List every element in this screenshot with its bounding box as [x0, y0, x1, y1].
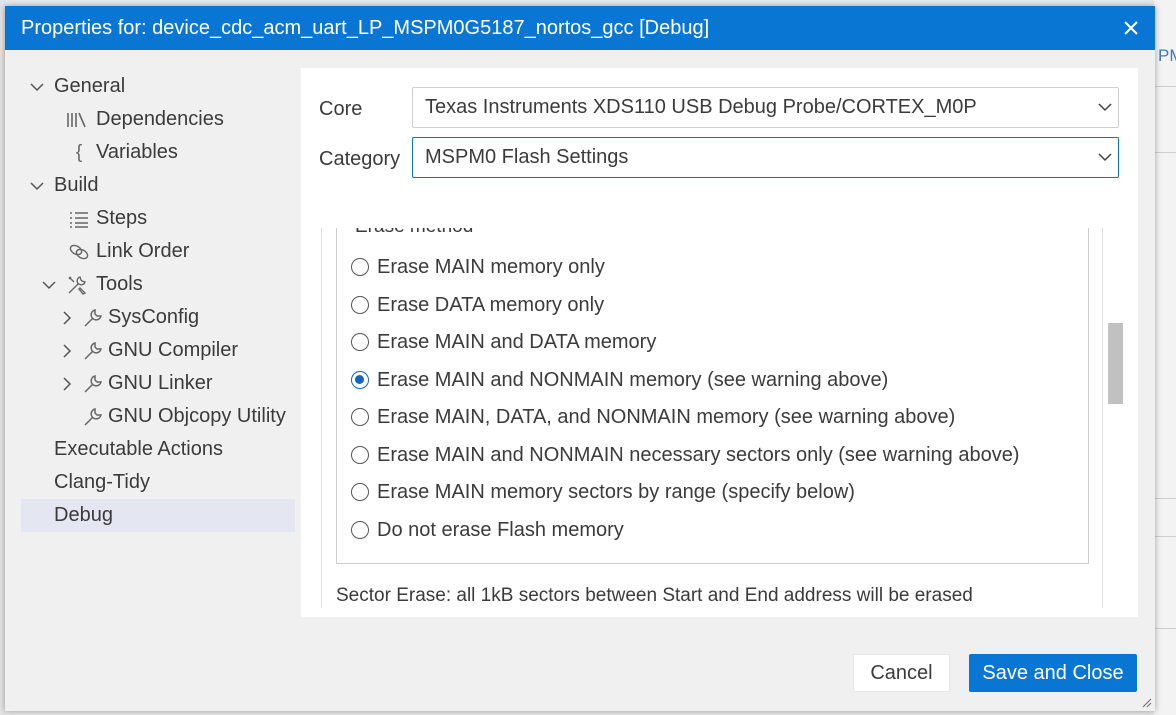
sector-erase-note: Sector Erase: all 1kB sectors between St… — [336, 585, 973, 606]
library-icon — [66, 109, 88, 131]
title-bar: Properties for: device_cdc_acm_uart_LP_M… — [5, 6, 1155, 50]
radio-button[interactable] — [351, 483, 369, 501]
erase-option-label: Erase MAIN and NONMAIN memory (see warni… — [377, 368, 889, 391]
cancel-button[interactable]: Cancel — [853, 654, 950, 692]
list-icon — [68, 208, 90, 230]
tree-item-dependencies[interactable]: Dependencies — [21, 103, 295, 136]
tree-item-label: Tools — [96, 273, 143, 295]
close-icon — [1124, 21, 1138, 35]
erase-option-label: Erase MAIN memory only — [377, 255, 605, 278]
tree-item-label: Build — [54, 174, 99, 196]
tree-item-gnu-objcopy-utility[interactable]: GNU Objcopy Utility — [21, 400, 295, 433]
tree-item-label: Clang-Tidy — [54, 471, 150, 493]
link-icon — [68, 241, 90, 263]
erase-option-label: Erase DATA memory only — [377, 293, 605, 316]
chevron-right-icon[interactable] — [59, 343, 75, 359]
radio-button[interactable] — [351, 408, 369, 426]
tools-icon — [66, 274, 88, 296]
tree-item-executable-actions[interactable]: Executable Actions — [21, 433, 295, 466]
tree-item-label: GNU Compiler — [108, 339, 239, 361]
tree-item-steps[interactable]: Steps — [21, 202, 295, 235]
radio-button[interactable] — [351, 333, 369, 351]
tree-item-label: GNU Linker — [108, 372, 213, 394]
radio-button[interactable] — [351, 296, 369, 314]
erase-option[interactable]: Erase MAIN, DATA, and NONMAIN memory (se… — [351, 402, 955, 432]
resize-grip-icon[interactable] — [1140, 696, 1152, 708]
tree-item-label: Dependencies — [96, 108, 224, 130]
tree-item-tools[interactable]: Tools — [21, 268, 295, 301]
background-divider — [1154, 152, 1176, 153]
erase-method-legend: Erase method — [351, 228, 478, 238]
background-app: PM — [1154, 0, 1176, 715]
core-select-value: Texas Instruments XDS110 USB Debug Probe… — [425, 96, 977, 118]
background-divider — [1154, 498, 1176, 499]
background-divider — [1154, 536, 1176, 537]
erase-option[interactable]: Erase DATA memory only — [351, 290, 604, 320]
settings-scroll-area[interactable]: Erase method Erase MAIN memory only Erase… — [321, 228, 1103, 608]
tree-item-label: Executable Actions — [54, 438, 223, 460]
erase-option-label: Erase MAIN and NONMAIN necessary sectors… — [377, 443, 1020, 466]
tree-item-label: Variables — [96, 141, 178, 163]
tree-item-label: Steps — [96, 207, 148, 229]
wrench-icon — [82, 373, 104, 395]
wrench-icon — [82, 307, 104, 329]
radio-button[interactable] — [351, 446, 369, 464]
erase-method-group: Erase method Erase MAIN memory only Erase… — [336, 228, 1089, 564]
tree-item-debug[interactable]: Debug — [21, 499, 295, 532]
tree-item-label: Link Order — [96, 240, 190, 262]
chevron-down-icon[interactable] — [41, 277, 57, 293]
tree-item-gnu-linker[interactable]: GNU Linker — [21, 367, 295, 400]
tree-item-sysconfig[interactable]: SysConfig — [21, 301, 295, 334]
tree-item-clang-tidy[interactable]: Clang-Tidy — [21, 466, 295, 499]
erase-option[interactable]: Do not erase Flash memory — [351, 515, 624, 545]
category-label: Category — [319, 148, 401, 170]
wrench-icon — [82, 406, 104, 428]
wrench-icon — [82, 340, 104, 362]
tree-item-gnu-compiler[interactable]: GNU Compiler — [21, 334, 295, 367]
radio-button[interactable] — [351, 521, 369, 539]
erase-option-label: Erase MAIN memory sectors by range (spec… — [377, 480, 855, 503]
tree-item-label: SysConfig — [108, 306, 200, 328]
chevron-right-icon[interactable] — [59, 310, 75, 326]
chevron-down-icon[interactable] — [29, 79, 45, 95]
erase-option[interactable]: Erase MAIN memory only — [351, 252, 605, 282]
chevron-down-icon[interactable] — [29, 178, 45, 194]
radio-button-checked[interactable] — [351, 371, 369, 389]
close-button[interactable] — [1113, 10, 1149, 46]
scrollbar-thumb[interactable] — [1108, 323, 1123, 404]
tree-item-variables[interactable]: { Variables — [21, 136, 295, 169]
background-label: PM — [1158, 46, 1176, 65]
dialog-title: Properties for: device_cdc_acm_uart_LP_M… — [21, 17, 710, 39]
tree-item-link-order[interactable]: Link Order — [21, 235, 295, 268]
erase-option-label: Do not erase Flash memory — [377, 518, 624, 541]
chevron-right-icon[interactable] — [59, 376, 75, 392]
erase-option[interactable]: Erase MAIN and DATA memory — [351, 327, 656, 357]
tree-item-label: General — [54, 75, 126, 97]
tree-item-general[interactable]: General — [21, 70, 295, 103]
category-select-value: MSPM0 Flash Settings — [425, 146, 629, 168]
background-divider — [1154, 628, 1176, 629]
chevron-down-icon — [1098, 153, 1112, 162]
properties-dialog: Properties for: device_cdc_acm_uart_LP_M… — [5, 6, 1155, 711]
erase-option[interactable]: Erase MAIN and NONMAIN memory (see warni… — [351, 365, 888, 395]
category-select[interactable]: MSPM0 Flash Settings — [412, 137, 1119, 178]
erase-option-label: Erase MAIN and DATA memory — [377, 330, 657, 353]
core-select[interactable]: Texas Instruments XDS110 USB Debug Probe… — [412, 87, 1119, 128]
core-label: Core — [319, 98, 363, 120]
radio-button[interactable] — [351, 258, 369, 276]
save-and-close-button[interactable]: Save and Close — [969, 654, 1137, 692]
erase-option[interactable]: Erase MAIN memory sectors by range (spec… — [351, 477, 855, 507]
erase-option-label: Erase MAIN, DATA, and NONMAIN memory (se… — [377, 405, 956, 428]
background-divider — [1154, 86, 1176, 87]
properties-panel: Core Texas Instruments XDS110 USB Debug … — [301, 68, 1138, 617]
erase-option[interactable]: Erase MAIN and NONMAIN necessary sectors… — [351, 440, 1019, 470]
tree-item-build[interactable]: Build — [21, 169, 295, 202]
braces-icon: { — [75, 141, 83, 163]
chevron-down-icon — [1098, 103, 1112, 112]
tree-item-label: GNU Objcopy Utility — [108, 405, 286, 427]
tree-item-label: Debug — [54, 504, 113, 526]
